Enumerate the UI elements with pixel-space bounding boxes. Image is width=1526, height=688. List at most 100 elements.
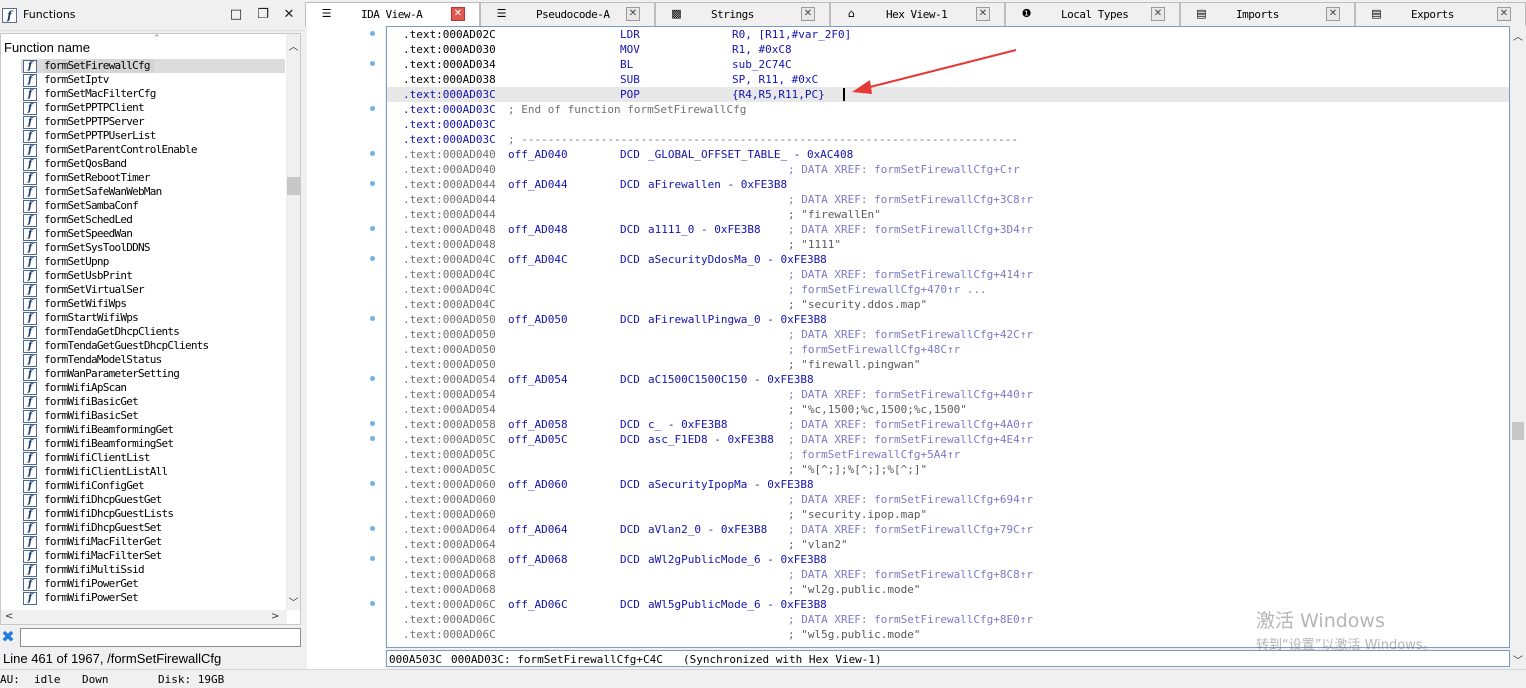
listing-line[interactable]: .text:000AD044 ; "firewallEn"	[387, 207, 1509, 222]
listing-line[interactable]: .text:000AD03C POP {R4,R5,R11,PC}	[387, 87, 1509, 102]
functions-vertical-scrollbar[interactable]: ︿ ﹀	[286, 34, 300, 610]
breakpoint-dot[interactable]	[370, 481, 375, 486]
tab-strings[interactable]: ▩ Strings ✕	[655, 2, 830, 26]
listing-line[interactable]: .text:000AD048 off_AD048 DCD a1111_0 - 0xFE…	[387, 222, 1509, 237]
listing-line[interactable]: .text:000AD040 ; DATA XREF: formSetFirewa…	[387, 162, 1509, 177]
breakpoint-dot[interactable]	[370, 556, 375, 561]
function-list-item[interactable]: f formSetMacFilterCfg	[1, 87, 287, 101]
scroll-up-icon[interactable]: ︿	[286, 38, 300, 53]
breakpoint-dot[interactable]	[370, 256, 375, 261]
listing-vertical-scrollbar[interactable]: ︿ ﹀	[1510, 26, 1526, 667]
breakpoint-dot[interactable]	[370, 106, 375, 111]
listing-line[interactable]: .text:000AD050 ; "firewall.pingwan"	[387, 357, 1509, 372]
function-list-item[interactable]: f formSetSafeWanWebMan	[1, 185, 287, 199]
scroll-thumb[interactable]	[1512, 422, 1524, 440]
function-list-item[interactable]: f formSetSambaConf	[1, 199, 287, 213]
listing-line[interactable]: .text:000AD06C ; "wl5g.public.mode"	[387, 627, 1509, 642]
breakpoint-dot[interactable]	[370, 316, 375, 321]
function-list-item[interactable]: f formWifiBasicSet	[1, 409, 287, 423]
scroll-down-icon[interactable]: ﹀	[1510, 652, 1526, 667]
breakpoint-dot[interactable]	[370, 31, 375, 36]
listing-line[interactable]: .text:000AD064 off_AD064 DCD aVlan2_0 - 0xF…	[387, 522, 1509, 537]
tab-ida-view-a[interactable]: ☰ IDA View-A ✕	[305, 2, 480, 27]
listing-line[interactable]: .text:000AD060 ; "security.ipop.map"	[387, 507, 1509, 522]
function-list-item[interactable]: f formWifiMacFilterGet	[1, 535, 287, 549]
function-list-item[interactable]: f formTendaGetDhcpClients	[1, 325, 287, 339]
function-list-item[interactable]: f formWifiDhcpGuestLists	[1, 507, 287, 521]
functions-horizontal-scrollbar[interactable]: < >	[1, 610, 287, 624]
listing-line[interactable]: .text:000AD054 ; "%c,1500;%c,1500;%c,1500…	[387, 402, 1509, 417]
listing-line[interactable]: .text:000AD03C ; ------------------------…	[387, 132, 1509, 147]
listing-line[interactable]: .text:000AD06C off_AD06C DCD aWl5gPublicMod…	[387, 597, 1509, 612]
listing-line[interactable]: .text:000AD044 ; DATA XREF: formSetFirewa…	[387, 192, 1509, 207]
function-list-item[interactable]: f formWifiClientList	[1, 451, 287, 465]
arrows-gutter[interactable]	[307, 26, 385, 669]
tab-local-types[interactable]: ❶ Local Types ✕	[1005, 2, 1180, 26]
breakpoint-dot[interactable]	[370, 526, 375, 531]
listing-line[interactable]: .text:000AD050 ; formSetFirewallCfg+48C↑r	[387, 342, 1509, 357]
breakpoint-dot[interactable]	[370, 436, 375, 441]
tab-pseudocode-a[interactable]: ☰ Pseudocode-A ✕	[480, 2, 655, 26]
function-list-item[interactable]: f formWifiApScan	[1, 381, 287, 395]
listing-line[interactable]: .text:000AD02C LDR R0, [R11,#var_2F0]	[387, 27, 1509, 42]
listing-line[interactable]: .text:000AD050 off_AD050 DCD aFirewallPingw…	[387, 312, 1509, 327]
function-filter-input[interactable]	[20, 628, 301, 647]
function-list-item[interactable]: f formSetQosBand	[1, 157, 287, 171]
function-list-item[interactable]: f formWifiMultiSsid	[1, 563, 287, 577]
listing-line[interactable]: .text:000AD040 off_AD040 DCD _GLOBAL_OFFSET…	[387, 147, 1509, 162]
listing-line[interactable]: .text:000AD044 off_AD044 DCD aFirewallen - …	[387, 177, 1509, 192]
listing-line[interactable]: .text:000AD04C ; formSetFirewallCfg+470↑r…	[387, 282, 1509, 297]
tab-imports[interactable]: ▤ Imports ✕	[1180, 2, 1355, 26]
clear-filter-icon[interactable]: ✖	[0, 628, 16, 646]
listing-line[interactable]: .text:000AD034 BL sub_2C74C	[387, 57, 1509, 72]
listing-line[interactable]: .text:000AD058 off_AD058 DCD c_ - 0xFE3B8 ; …	[387, 417, 1509, 432]
function-list-item[interactable]: f formSetParentControlEnable	[1, 143, 287, 157]
function-list-item[interactable]: f formSetUsbPrint	[1, 269, 287, 283]
function-list-item[interactable]: f formWifiDhcpGuestSet	[1, 521, 287, 535]
function-list-item[interactable]: f formTendaGetGuestDhcpClients	[1, 339, 287, 353]
function-list-item[interactable]: f formWifiBeamformingSet	[1, 437, 287, 451]
breakpoint-dot[interactable]	[370, 601, 375, 606]
tab-hex-view-1[interactable]: ⌂ Hex View-1 ✕	[830, 2, 1005, 26]
listing-line[interactable]: .text:000AD03C ; End of function formSetF…	[387, 102, 1509, 117]
tab-close-icon[interactable]: ✕	[451, 7, 465, 21]
function-list-item[interactable]: f formWifiMacFilterSet	[1, 549, 287, 563]
function-list-item[interactable]: f formWifiDhcpGuestGet	[1, 493, 287, 507]
listing-line[interactable]: .text:000AD068 off_AD068 DCD aWl2gPublicMod…	[387, 552, 1509, 567]
breakpoint-dot[interactable]	[370, 226, 375, 231]
function-list-item[interactable]: f formSetPPTPClient	[1, 101, 287, 115]
listing-line[interactable]: .text:000AD04C ; "security.ddos.map"	[387, 297, 1509, 312]
scroll-thumb[interactable]	[287, 177, 300, 195]
tab-close-icon[interactable]: ✕	[1497, 7, 1511, 21]
listing-line[interactable]: .text:000AD06C ; DATA XREF: formSetFirewa…	[387, 612, 1509, 627]
function-list-item[interactable]: f formSetSchedLed	[1, 213, 287, 227]
function-list-item[interactable]: f formStartWifiWps	[1, 311, 287, 325]
column-header-function-name[interactable]: Function name	[4, 40, 90, 55]
breakpoint-dot[interactable]	[370, 151, 375, 156]
function-list-item[interactable]: f formWifiClientListAll	[1, 465, 287, 479]
scroll-left-icon[interactable]: <	[5, 611, 13, 622]
function-list-item[interactable]: f formWifiPowerSet	[1, 591, 287, 605]
listing-line[interactable]: .text:000AD068 ; DATA XREF: formSetFirewa…	[387, 567, 1509, 582]
function-list-item[interactable]: f formSetRebootTimer	[1, 171, 287, 185]
listing-line[interactable]: .text:000AD03C	[387, 117, 1509, 132]
listing-line[interactable]: .text:000AD068 ; "wl2g.public.mode"	[387, 582, 1509, 597]
tab-close-icon[interactable]: ✕	[801, 7, 815, 21]
close-icon[interactable]: ✕	[281, 6, 297, 24]
disassembly-listing[interactable]: .text:000AD02C LDR R0, [R11,#var_2F0] .text…	[386, 26, 1510, 648]
function-list-item[interactable]: f formWifiBasicGet	[1, 395, 287, 409]
listing-line[interactable]: .text:000AD05C off_AD05C DCD asc_F1ED8 - 0x…	[387, 432, 1509, 447]
function-list-item[interactable]: f formSetWifiWps	[1, 297, 287, 311]
listing-line[interactable]: .text:000AD060 off_AD060 DCD aSecurityIpopM…	[387, 477, 1509, 492]
listing-line[interactable]: .text:000AD048 ; "1111"	[387, 237, 1509, 252]
listing-line[interactable]: .text:000AD054 off_AD054 DCD aC1500C1500C15…	[387, 372, 1509, 387]
listing-line[interactable]: .text:000AD038 SUB SP, R11, #0xC	[387, 72, 1509, 87]
listing-line[interactable]: .text:000AD060 ; DATA XREF: formSetFirewa…	[387, 492, 1509, 507]
maximize-icon[interactable]: □	[228, 6, 244, 24]
scroll-right-icon[interactable]: >	[271, 611, 279, 622]
sort-arrow-icon[interactable]: ⌃	[153, 34, 161, 44]
scroll-up-icon[interactable]: ︿	[1510, 28, 1526, 43]
tab-close-icon[interactable]: ✕	[626, 7, 640, 21]
breakpoint-dot[interactable]	[370, 376, 375, 381]
listing-line[interactable]: .text:000AD04C ; DATA XREF: formSetFirewa…	[387, 267, 1509, 282]
